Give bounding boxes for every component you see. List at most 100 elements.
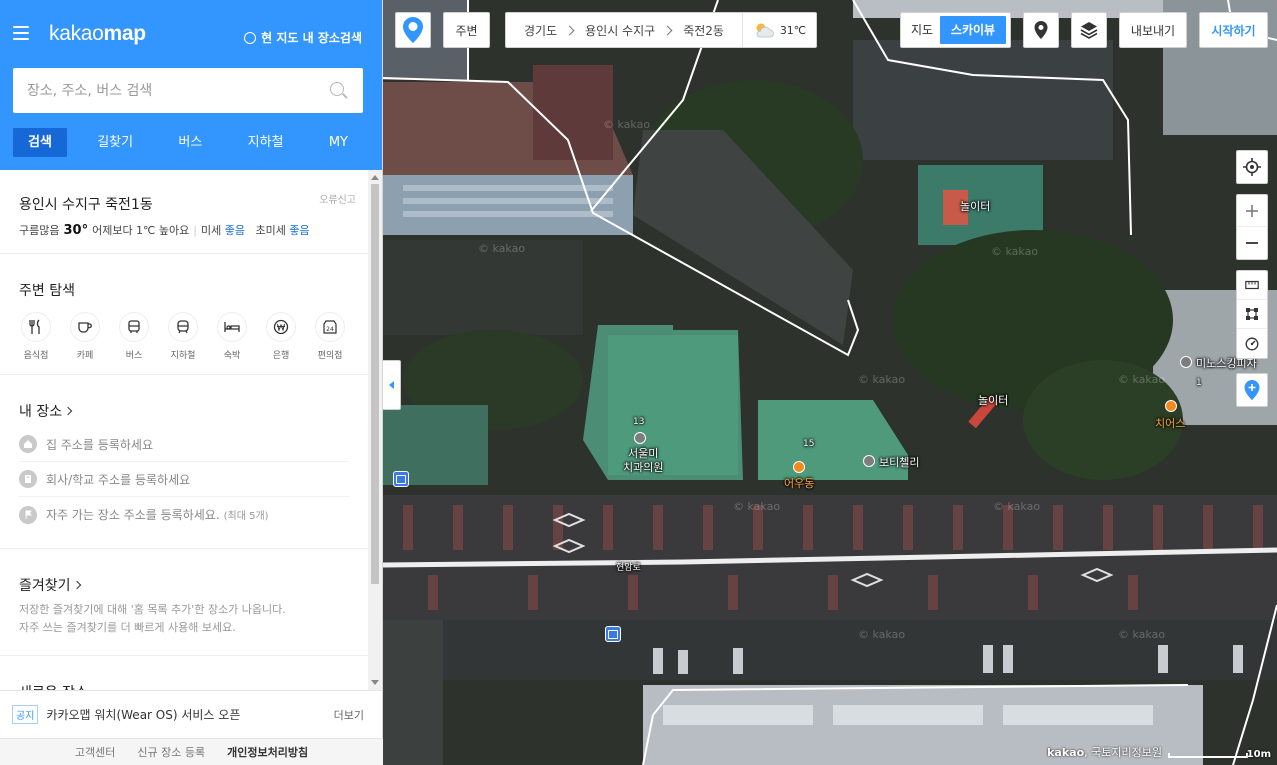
utensils-icon	[29, 319, 40, 334]
flag-icon	[19, 505, 37, 524]
tab-search[interactable]: 검색	[13, 128, 67, 157]
zoom-out-button[interactable]	[1237, 227, 1267, 259]
store-24-icon: 24	[323, 320, 337, 334]
sidebar-collapse-button[interactable]	[383, 360, 401, 410]
poi-udong-floor: 15	[803, 439, 815, 449]
tab-bus[interactable]: 버스	[163, 128, 217, 157]
category-restaurant[interactable]: 음식점	[19, 312, 53, 361]
nearby-button[interactable]: 주변	[443, 12, 490, 48]
bus-stop-icon[interactable]	[393, 471, 409, 487]
poi-playground-2[interactable]: 놀이터	[978, 392, 1008, 408]
poi-minos-floor: 1	[1196, 378, 1202, 388]
category-convenience-store[interactable]: 24 편의점	[313, 312, 347, 361]
tab-my[interactable]: MY	[314, 128, 363, 157]
subway-icon	[177, 320, 189, 334]
my-location-pin-button[interactable]	[395, 12, 431, 48]
area-icon	[1246, 308, 1258, 320]
weather-summary: 구름많음 30° 어제보다 1℃ 높아요 | 미세 좋음 초미세 좋음	[19, 223, 310, 238]
layers-button[interactable]	[1071, 12, 1107, 48]
restaurant-pin-icon[interactable]	[793, 461, 805, 473]
poi-botticelli[interactable]: 보티첼리	[879, 454, 919, 470]
notice-text[interactable]: 카카오맵 워치(Wear OS) 서비스 오픈	[46, 706, 333, 723]
breadcrumb-city[interactable]: 용인시 수지구	[585, 22, 655, 39]
partly-cloudy-icon	[756, 23, 774, 38]
map-weather[interactable]: 31℃	[742, 13, 816, 47]
map-view[interactable]: © kakao © kakao © kakao © kakao © kakao …	[383, 0, 1277, 765]
poi-dental-clinic[interactable]: 서울미 치과의원	[623, 447, 663, 475]
poi-dental-floor: 13	[633, 417, 645, 427]
breadcrumb-dong[interactable]: 죽전2동	[683, 22, 724, 39]
won-icon	[273, 319, 289, 335]
register-frequent-item[interactable]: 자주 가는 장소 주소를 등록하세요. (최대 5개)	[19, 497, 349, 532]
category-lodging[interactable]: 숙박	[215, 312, 249, 361]
map-type-normal[interactable]: 지도	[904, 16, 940, 44]
dental-clinic-pin-icon[interactable]	[634, 432, 646, 444]
pizza-pin-icon[interactable]	[1180, 356, 1192, 368]
scroll-down-icon[interactable]	[371, 680, 379, 685]
zoom-control	[1236, 194, 1268, 260]
current-location-button[interactable]	[1237, 151, 1267, 183]
cafe-pin-icon[interactable]	[863, 455, 875, 467]
scroll-up-icon[interactable]	[371, 175, 379, 180]
search-input[interactable]	[27, 82, 329, 99]
bed-icon	[224, 322, 240, 332]
road-name-label: 현암로	[616, 563, 641, 573]
footer-support-link[interactable]: 고객센터	[75, 744, 115, 760]
roadview-button[interactable]	[1023, 12, 1059, 48]
sidebar-content: 용인시 수지구 죽전1동 오류신고 구름많음 30° 어제보다 1℃ 높아요 | 미세 …	[0, 170, 368, 690]
kakaomap-logo[interactable]: kakaomap	[49, 22, 146, 46]
notice-more-link[interactable]: 더보기	[334, 707, 364, 723]
pub-pin-icon[interactable]	[1165, 400, 1177, 412]
category-cafe[interactable]: 카페	[68, 312, 102, 361]
coffee-cup-icon	[78, 322, 92, 333]
export-button[interactable]: 내보내기	[1119, 12, 1187, 48]
sidebar-scrollbar[interactable]	[368, 170, 382, 690]
breadcrumb-province[interactable]: 경기도	[524, 22, 557, 39]
category-bank[interactable]: 은행	[264, 312, 298, 361]
category-bus[interactable]: 버스	[117, 312, 151, 361]
kakaomap-app: kakaomap 현 지도 내 장소검색 검색 길찾기 버스 지하철 MY 용인…	[0, 0, 1277, 765]
bus-icon	[128, 320, 140, 333]
scroll-thumb[interactable]	[371, 184, 379, 584]
zoom-in-button[interactable]	[1237, 195, 1267, 227]
weather-section: 용인시 수지구 죽전1동 오류신고 구름많음 30° 어제보다 1℃ 높아요 | 미세 …	[0, 170, 368, 254]
plus-icon	[1246, 204, 1258, 217]
register-work-item[interactable]: 회사/학교 주소를 등록하세요	[19, 462, 349, 497]
add-place-button[interactable]	[1237, 374, 1267, 406]
recent-places-title[interactable]: 새로운 장소	[19, 682, 349, 690]
minus-icon	[1246, 242, 1258, 244]
area-search-toggle[interactable]: 현 지도 내 장소검색	[244, 29, 362, 46]
chevron-right-icon	[72, 580, 81, 590]
footer-new-place-link[interactable]: 신규 장소 등록	[137, 744, 205, 760]
area-measure-button[interactable]	[1237, 300, 1267, 329]
poi-playground-1[interactable]: 놀이터	[960, 198, 990, 214]
bus-stop-icon[interactable]	[605, 626, 621, 642]
poi-udong[interactable]: 어우동	[784, 475, 814, 491]
ruler-icon	[1245, 280, 1259, 290]
search-icon[interactable]	[329, 81, 349, 101]
hamburger-menu-icon[interactable]	[13, 26, 29, 40]
nearby-title: 주변 탐색	[19, 283, 75, 299]
layers-icon	[1080, 22, 1098, 39]
footer-privacy-link[interactable]: 개인정보처리방침	[227, 744, 308, 760]
crosshair-icon	[1243, 158, 1261, 176]
recent-places-section: 새로운 장소	[0, 656, 368, 690]
my-place-title[interactable]: 내 장소	[19, 401, 349, 421]
chevron-right-icon	[564, 25, 575, 35]
distance-measure-button[interactable]	[1237, 271, 1267, 300]
sidebar: kakaomap 현 지도 내 장소검색 검색 길찾기 버스 지하철 MY 용인…	[0, 0, 383, 765]
start-button[interactable]: 시작하기	[1199, 12, 1268, 48]
map-type-skyview[interactable]: 스카이뷰	[940, 16, 1006, 44]
register-home-item[interactable]: 집 주소를 등록하세요	[19, 427, 349, 462]
favorites-section: 즐겨찾기 저장한 즐겨찾기에 대해 '홈 목록 추가'한 장소가 나옵니다. 자…	[0, 549, 368, 656]
radius-measure-button[interactable]	[1237, 329, 1267, 358]
report-error-link[interactable]: 오류신고	[319, 191, 356, 206]
category-subway[interactable]: 지하철	[166, 312, 200, 361]
pin-plus-icon	[1244, 380, 1260, 400]
home-icon	[19, 435, 37, 453]
favorites-title[interactable]: 즐겨찾기	[19, 575, 349, 595]
tab-directions[interactable]: 길찾기	[82, 128, 148, 157]
poi-cheers[interactable]: 치어스	[1155, 415, 1185, 431]
tab-subway[interactable]: 지하철	[233, 128, 299, 157]
compass-icon	[1245, 337, 1259, 350]
